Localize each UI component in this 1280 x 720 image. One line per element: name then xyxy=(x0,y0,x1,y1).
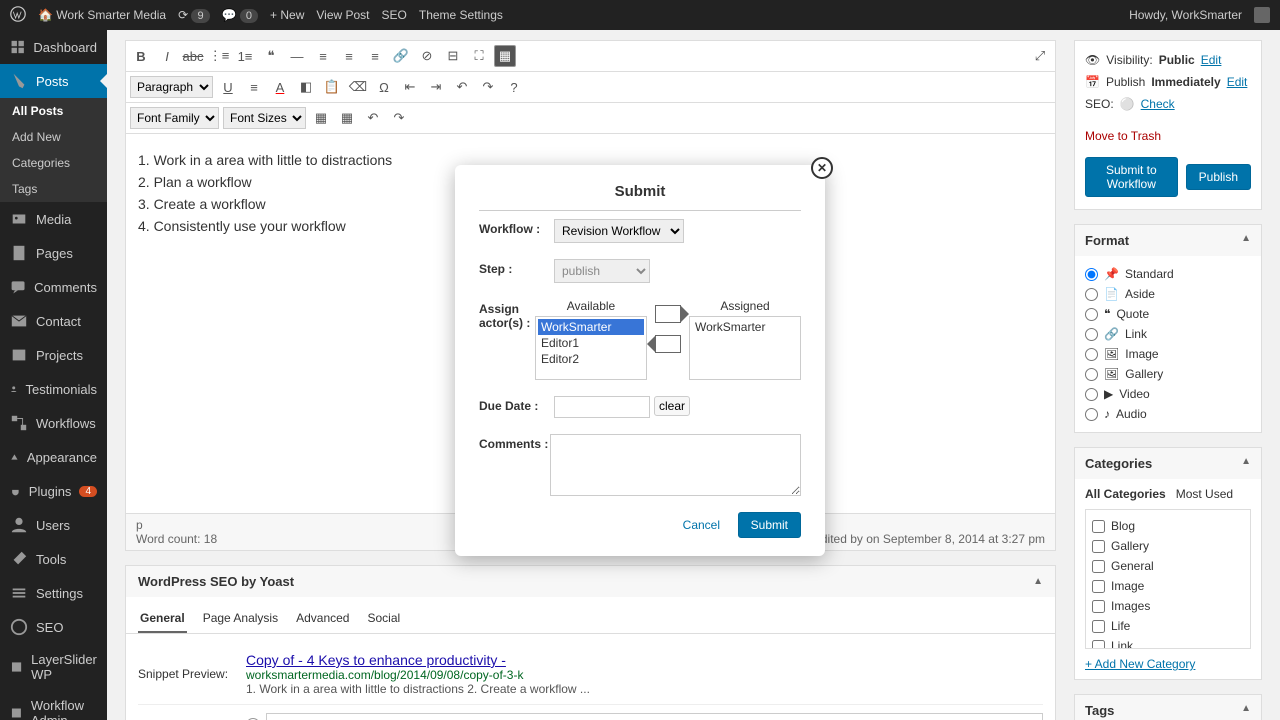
assigned-actors-list[interactable]: WorkSmarter xyxy=(689,316,801,380)
submit-modal: ✕ Submit Workflow :Revision Workflow Ste… xyxy=(455,165,825,556)
modal-overlay: ✕ Submit Workflow :Revision Workflow Ste… xyxy=(0,0,1280,720)
close-icon[interactable]: ✕ xyxy=(811,157,833,179)
available-actors-list[interactable]: WorkSmarter Editor1 Editor2 xyxy=(535,316,647,380)
due-date-input[interactable] xyxy=(554,396,650,418)
comments-textarea[interactable] xyxy=(550,434,801,496)
clear-date-button[interactable]: clear xyxy=(654,396,690,416)
workflow-select[interactable]: Revision Workflow xyxy=(554,219,684,243)
assign-arrow-button[interactable] xyxy=(655,305,681,323)
step-select[interactable]: publish xyxy=(554,259,650,283)
unassign-arrow-button[interactable] xyxy=(655,335,681,353)
modal-submit-button[interactable]: Submit xyxy=(738,512,801,538)
cancel-link[interactable]: Cancel xyxy=(683,518,720,532)
